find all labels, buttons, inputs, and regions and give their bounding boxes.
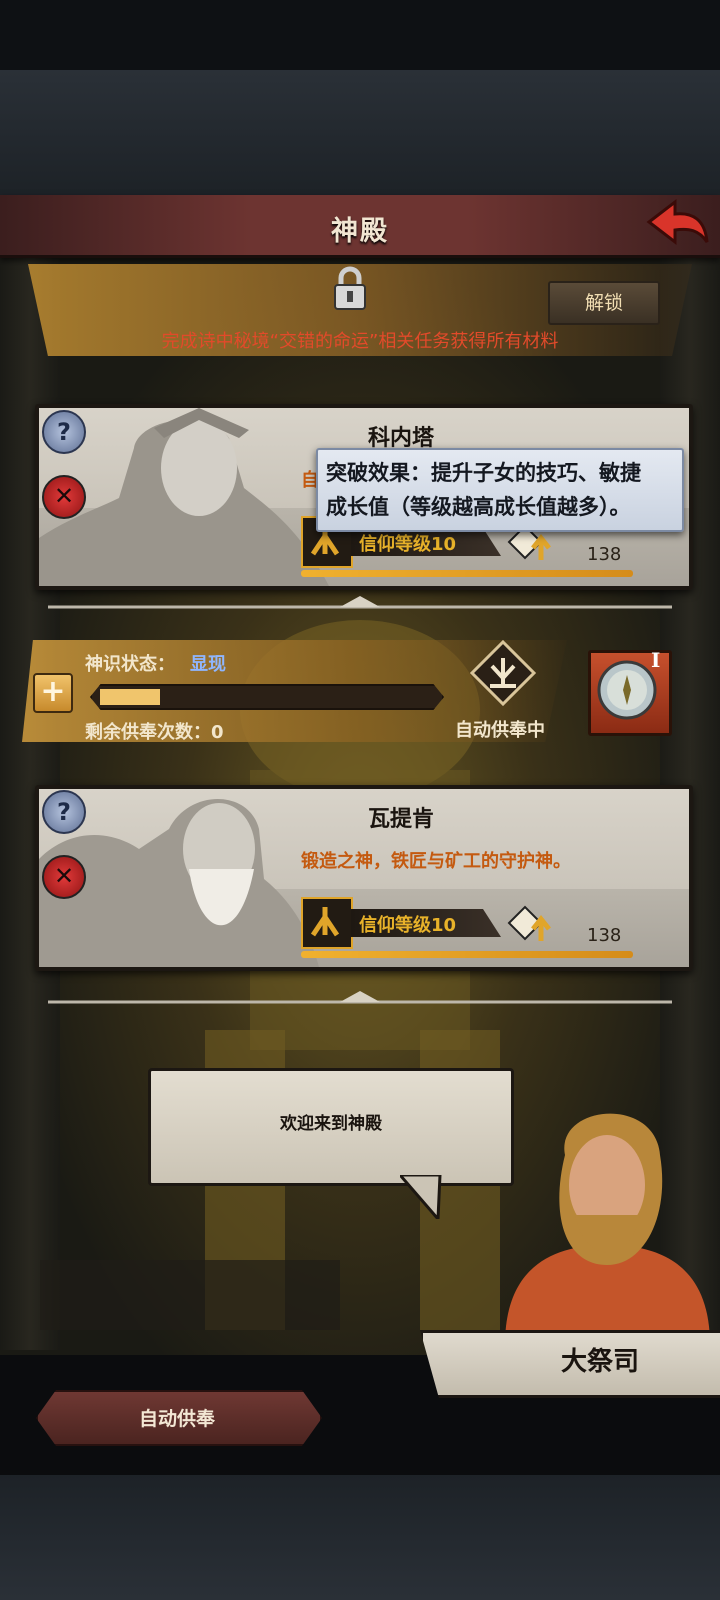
faith-value: 138 [587,544,622,565]
remove-deity-button[interactable]: ✕ [42,855,86,899]
unlock-requirement-text: 完成诗中秘境“交错的命运”相关任务获得所有材料 [161,331,559,352]
remove-deity-button[interactable]: ✕ [42,475,86,519]
lock-icon [332,265,368,313]
auto-offering-icon[interactable] [469,639,537,707]
faith-value: 138 [587,925,622,946]
back-button[interactable] [645,198,711,246]
speech-text: 欢迎来到神殿 [280,1114,382,1134]
speech-bubble-tail [400,1175,442,1219]
faith-level-label: 信仰等级10 [359,915,457,936]
deity-description: 锻造之神，铁匠与矿工的守护神。 [301,851,571,872]
top-bar [0,0,720,70]
back-arrow-icon [646,198,709,246]
remaining-offerings-label: 剩余供奉次数：0 [85,722,224,743]
faith-progress-bar [301,951,633,958]
add-offering-button[interactable]: + [33,673,73,713]
breakthrough-tooltip: 突破效果：提升子女的技巧、敏捷 成长值（等级越高成长值越多）。 [316,448,684,532]
speech-bubble: 欢迎来到神殿 [148,1068,514,1186]
deity-card-vatiken[interactable]: 瓦提肯 锻造之神，铁匠与矿工的守护神。 信仰等级10 138 [35,785,693,971]
divinity-status-label: 神识状态： [85,654,175,675]
page-title: 神殿 [331,216,389,247]
medal-rank: I [651,648,661,672]
auto-offering-button-label[interactable]: 自动供奉 [36,1404,318,1431]
card-expand-arrow-icon[interactable] [48,991,672,1005]
header-bar: 神殿 [0,195,720,258]
card-expand-arrow-icon[interactable] [48,596,672,610]
auto-offering-status: 自动供奉中 [455,720,545,741]
tooltip-line-1: 突破效果：提升子女的技巧、敏捷 [326,461,641,485]
faith-level-label: 信仰等级10 [359,534,457,555]
top-backdrop [0,70,720,195]
speaker-name: 大祭司 [560,1347,639,1377]
faith-progress-bar [301,570,633,577]
bottom-backdrop [0,1475,720,1600]
help-button[interactable]: ? [42,410,86,454]
high-priest-portrait [505,1113,710,1345]
divinity-progress-bar [90,684,444,710]
divinity-status-value: 显现 [190,654,226,675]
faith-emblem-icon [301,897,353,949]
faith-upgrade-icon[interactable] [505,901,559,945]
unlock-button[interactable]: 解锁 [548,281,660,325]
tooltip-line-2: 成长值（等级越高成长值越多）。 [326,495,631,519]
help-button[interactable]: ? [42,790,86,834]
deity-name: 瓦提肯 [367,807,434,832]
